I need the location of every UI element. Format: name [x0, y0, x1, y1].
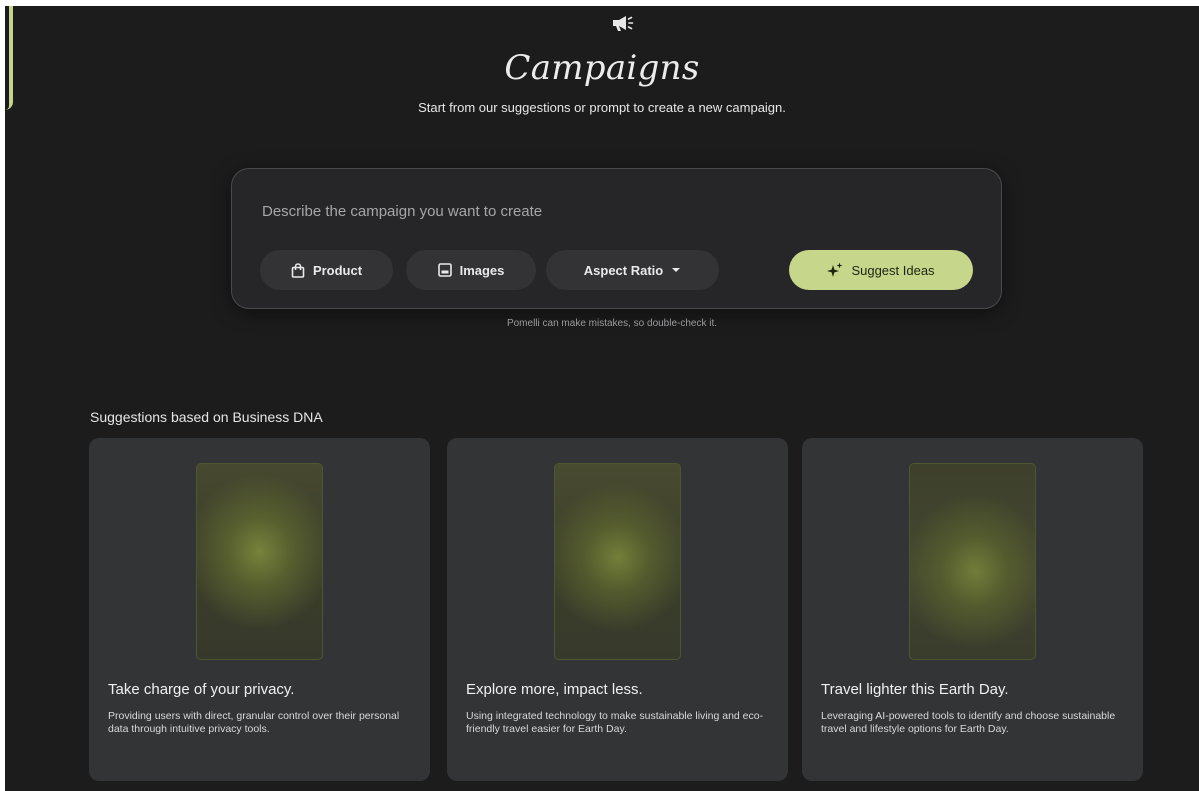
suggestion-description: Providing users with direct, granular co… [108, 710, 400, 735]
page-subtitle: Start from our suggestions or prompt to … [418, 100, 786, 115]
images-chip-label: Images [459, 262, 505, 278]
suggestion-thumbnail [196, 463, 323, 660]
image-icon [437, 263, 452, 277]
shopping-bag-icon [291, 262, 305, 278]
sparkle-icon [827, 262, 843, 278]
page-title: Campaigns [504, 48, 700, 88]
aspect-ratio-label: Aspect Ratio [583, 262, 664, 278]
suggestion-title: Travel lighter this Earth Day. [821, 681, 1009, 698]
megaphone-icon [610, 14, 634, 32]
suggest-ideas-label: Suggest Ideas [851, 262, 935, 278]
campaigns-screen: Campaigns Start from our suggestions or … [5, 6, 1199, 791]
suggestions-heading: Suggestions based on Business DNA [90, 409, 323, 425]
product-chip-label: Product [312, 262, 363, 278]
suggestion-title: Take charge of your privacy. [108, 681, 295, 698]
suggestion-card[interactable]: Take charge of your privacy. Providing u… [89, 438, 430, 781]
suggestion-card[interactable]: Travel lighter this Earth Day. Leveragin… [802, 438, 1143, 781]
suggestion-card[interactable]: Explore more, impact less. Using integra… [447, 438, 788, 781]
disclaimer-text: Pomelli can make mistakes, so double-che… [506, 318, 718, 329]
suggestion-description: Using integrated technology to make sust… [466, 710, 764, 735]
images-chip-button[interactable]: Images [406, 250, 536, 290]
aspect-ratio-dropdown[interactable]: Aspect Ratio [546, 250, 719, 290]
chevron-down-icon [671, 267, 681, 273]
suggestion-title: Explore more, impact less. [466, 681, 643, 698]
product-chip-button[interactable]: Product [260, 250, 393, 290]
campaign-prompt-box: Product Images Aspect Ratio [231, 168, 1002, 309]
suggestion-thumbnail [554, 463, 681, 660]
campaign-prompt-input[interactable] [262, 197, 962, 225]
suggestion-description: Leveraging AI-powered tools to identify … [821, 710, 1116, 735]
suggest-ideas-button[interactable]: Suggest Ideas [789, 250, 973, 290]
suggestion-thumbnail [909, 463, 1036, 660]
